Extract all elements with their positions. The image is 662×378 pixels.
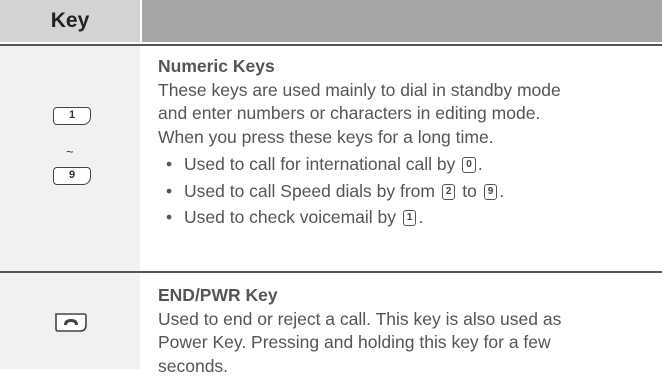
end-key-icon (53, 311, 83, 338)
range-tilde-label: ~ (66, 144, 74, 159)
description-line: These keys are used mainly to dial in st… (158, 79, 658, 103)
key-1-icon: 1 (53, 107, 91, 125)
bullet-end: . (478, 154, 483, 174)
end-pwr-key-title: END/PWR Key (158, 284, 658, 308)
bullet-item: • Used to call Speed dials by from 2 to … (158, 180, 658, 204)
bullet-text: Used to check voicemail by (184, 207, 396, 227)
end-pwr-key-description: END/PWR Key Used to end or reject a call… (158, 284, 658, 378)
bullet-item: • Used to check voicemail by 1. (158, 206, 658, 230)
column-header-description (142, 0, 662, 42)
column-header-key-label: Key (0, 0, 140, 42)
description-line: When you press these keys for a long tim… (158, 126, 658, 150)
bullet-icon: • (166, 206, 172, 230)
key-1-icon-label: 1 (69, 109, 75, 121)
numeric-keys-description: Numeric Keys These keys are used mainly … (158, 55, 658, 233)
bullet-connector: to (462, 181, 477, 201)
range-tilde-icon: ~ (66, 144, 74, 159)
key-9-icon: 9 (53, 167, 91, 185)
numeric-keys-title: Numeric Keys (158, 55, 658, 79)
key-9-icon: 9 (484, 184, 498, 200)
description-line: Power Key. Pressing and holding this key… (158, 331, 658, 355)
bullet-icon: • (166, 153, 172, 177)
bullet-text: Used to call Speed dials by from (184, 181, 435, 201)
key-0-icon: 0 (462, 157, 476, 173)
end-key-icon-graphic (53, 311, 89, 333)
description-line: Used to end or reject a call. This key i… (158, 308, 658, 332)
description-line: and enter numbers or characters in editi… (158, 102, 658, 126)
bullet-end: . (499, 181, 504, 201)
column-header-key: Key (0, 0, 140, 42)
key-1-icon: 1 (403, 210, 417, 226)
description-line: seconds. (158, 355, 658, 378)
numeric-keys-bullets: • Used to call for international call by… (158, 153, 658, 230)
bullet-icon: • (166, 180, 172, 204)
key-2-icon: 2 (442, 184, 456, 200)
bullet-text: Used to call for international call by (184, 154, 455, 174)
key-9-icon-label: 9 (69, 169, 75, 181)
bullet-end: . (418, 207, 423, 227)
bullet-item: • Used to call for international call by… (158, 153, 658, 177)
